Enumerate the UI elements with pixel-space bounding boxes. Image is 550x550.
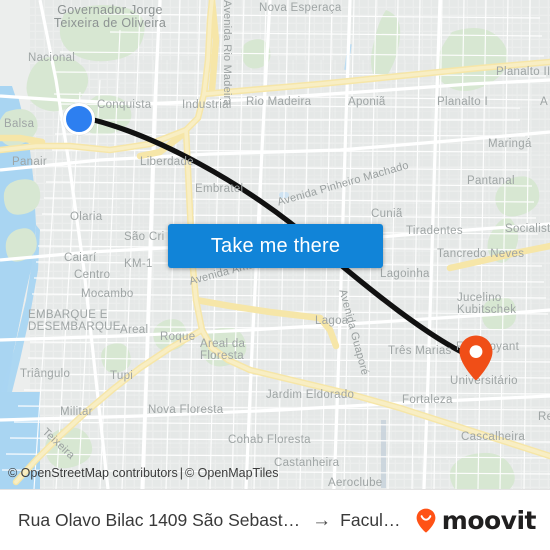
trip-endpoints[interactable]: Rua Olavo Bilac 1409 São Sebastião Po...… <box>18 510 407 531</box>
arrow-right-icon: → <box>312 509 332 531</box>
origin-marker[interactable] <box>63 103 95 135</box>
osm-attribution[interactable]: © OpenStreetMap contributors <box>8 466 178 480</box>
moovit-wordmark: moovit <box>441 505 537 535</box>
moovit-pin-icon <box>416 508 436 533</box>
take-me-there-button[interactable]: Take me there <box>168 224 383 268</box>
take-me-there-label: Take me there <box>210 234 341 257</box>
moovit-logo[interactable]: moovit <box>413 505 537 535</box>
map-attribution: © OpenStreetMap contributors | © OpenMapTi… <box>8 466 278 480</box>
attribution-separator: | <box>179 466 183 480</box>
map-canvas[interactable]: Governador Jorge Teixeira de Oliveira Nov… <box>0 0 550 489</box>
trip-origin-label: Rua Olavo Bilac 1409 São Sebastião Po... <box>18 509 304 530</box>
destination-marker[interactable] <box>456 334 496 382</box>
openmaptiles-attribution[interactable]: © OpenMapTiles <box>185 466 279 480</box>
moovit-trip-screen: Governador Jorge Teixeira de Oliveira Nov… <box>0 0 550 550</box>
trip-destination-label: Faculda... <box>340 509 407 530</box>
trip-summary-bar: Rua Olavo Bilac 1409 São Sebastião Po...… <box>0 489 550 550</box>
